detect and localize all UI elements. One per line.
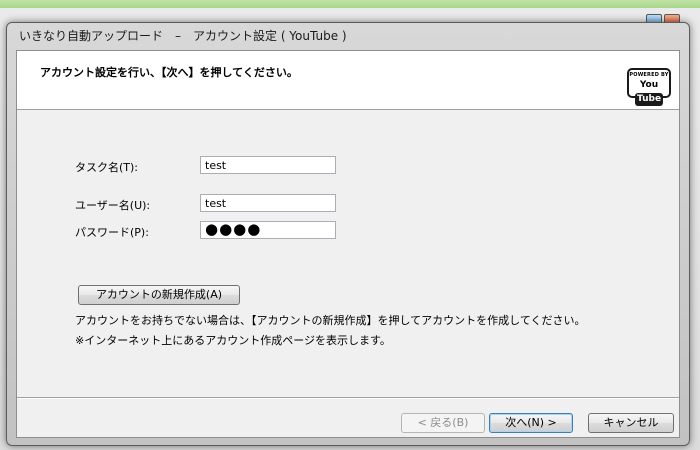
youtube-logo-tube: Tube (634, 93, 664, 106)
task-name-input[interactable] (200, 156, 336, 174)
user-name-input[interactable] (200, 194, 336, 212)
youtube-logo-icon: You Tube (629, 79, 669, 107)
back-button[interactable]: < 戻る(B) (401, 413, 485, 433)
user-name-label: ユーザー名(U): (75, 199, 151, 212)
dialog-title[interactable]: いきなり自動アップロード – アカウント設定 ( YouTube ) (7, 23, 689, 50)
instruction-text: アカウント設定を行い、【次へ】を押してください。 (40, 66, 298, 79)
next-button[interactable]: 次へ(N) > (489, 413, 573, 433)
create-account-note: アカウントをお持ちでない場合は、【アカウントの新規作成】を押してアカウントを作成… (75, 314, 586, 327)
dialog-client-area: アカウント設定を行い、【次へ】を押してください。 POWERED BY You T… (16, 50, 680, 438)
account-settings-dialog: いきなり自動アップロード – アカウント設定 ( YouTube ) アカウント… (6, 22, 690, 446)
footer-separator (17, 397, 679, 399)
password-label: パスワード(P): (75, 226, 149, 239)
powered-by-text: POWERED BY (629, 72, 669, 78)
create-account-button[interactable]: アカウントの新規作成(A) (78, 285, 240, 305)
cancel-button[interactable]: キャンセル (588, 413, 674, 433)
account-page-note: ※インターネット上にあるアカウント作成ページを表示します。 (75, 334, 391, 347)
youtube-logo-you: You (639, 80, 659, 90)
dialog-header: アカウント設定を行い、【次へ】を押してください。 POWERED BY You T… (17, 51, 679, 110)
powered-by-youtube-logo: POWERED BY You Tube (627, 68, 671, 106)
task-name-label: タスク名(T): (75, 161, 139, 174)
password-input[interactable]: ●●●● (200, 221, 336, 239)
